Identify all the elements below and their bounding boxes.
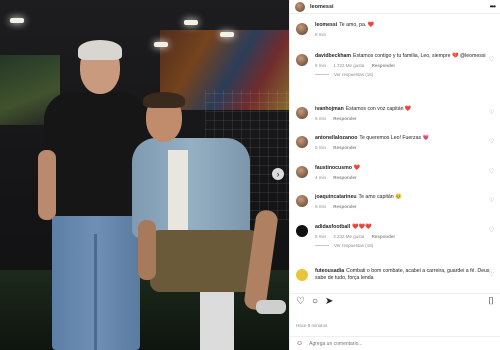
avatar[interactable] (296, 107, 308, 119)
avatar[interactable] (296, 54, 308, 66)
add-comment-bar: ☺ (290, 336, 500, 350)
emoji-icon[interactable]: ☺ (296, 340, 303, 347)
comment-text: Estamos contigo y tu familia, Leo, siemp… (353, 53, 486, 59)
caption: leomessi Te amo, pa. ❤️ 8 min (296, 22, 494, 37)
comment-like-heart-icon[interactable]: ♡ (489, 168, 494, 175)
post-photo: › (0, 0, 289, 350)
comment-time: 5 min (315, 116, 327, 121)
comment-text: ❤️ (353, 165, 361, 171)
comment-text: Estamos con voz capitán ❤️ (345, 106, 412, 112)
post-side-panel: leomessi ••• leomessi Te amo, pa. ❤️ 8 mi… (289, 0, 500, 350)
person-right-shorts (150, 230, 260, 292)
comment-like-heart-icon[interactable]: ♡ (489, 271, 494, 278)
comment-like-heart-icon[interactable]: ♡ (489, 138, 494, 145)
comment-username[interactable]: adidasfootball (315, 224, 350, 230)
comment-bubble-icon[interactable]: ○ (312, 296, 318, 307)
comment-like-heart-icon[interactable]: ♡ (489, 109, 494, 116)
list-item: adidasfootball ❤️❤️❤️ 5 min 4.232 Me gust… (296, 224, 494, 248)
share-paper-plane-icon[interactable]: ➤ (325, 296, 333, 307)
comment-likes[interactable]: 1.722 Me gusta (333, 63, 364, 68)
comment-text: Te amo capitán 🥹 (358, 194, 402, 200)
avatar[interactable] (296, 23, 308, 35)
ceiling-light (184, 20, 198, 25)
ceiling-light (154, 42, 168, 47)
person-right-shirt (168, 150, 188, 230)
ceiling-light (10, 18, 24, 23)
comment-like-heart-icon[interactable]: ♡ (489, 56, 494, 63)
comment-likes[interactable]: 4.232 Me gusta (333, 234, 364, 239)
avatar[interactable] (296, 136, 308, 148)
person-right-shoe (256, 300, 286, 314)
caption-text: Te amo, pa. ❤️ (339, 22, 375, 28)
post-author-username[interactable]: leomessi (310, 4, 334, 10)
avatar[interactable] (296, 166, 308, 178)
comment-username[interactable]: davidbeckham (315, 53, 351, 59)
avatar[interactable] (295, 1, 305, 12)
comment-text: ❤️❤️❤️ (352, 224, 372, 230)
comment-time: 5 min (315, 234, 327, 239)
avatar[interactable] (296, 225, 308, 237)
more-options-icon[interactable]: ••• (490, 2, 496, 11)
comment-like-heart-icon[interactable]: ♡ (489, 227, 494, 234)
reply-button[interactable]: Responder (333, 116, 357, 121)
comment-time: 5 min (315, 145, 327, 150)
person-left-jeans (52, 216, 140, 350)
reply-button[interactable]: Responder (333, 175, 357, 180)
comment-text: Te queremos Leo! Fuerzas 💗 (359, 135, 429, 141)
list-item: ivanhojman Estamos con voz capitán ❤️ 5 m… (296, 106, 494, 121)
reply-button[interactable]: Responder (372, 234, 396, 239)
reply-button[interactable]: Responder (372, 63, 396, 68)
reply-button[interactable]: Responder (333, 204, 357, 209)
person-right-arm (138, 220, 156, 280)
comment-username[interactable]: futeousadia (315, 268, 344, 274)
list-item: faustinocusmo ❤️ 4 min Responder ♡ (296, 165, 494, 180)
comment-time: 5 min (315, 63, 327, 68)
person-right-hair (143, 92, 185, 108)
comment-time: 5 min (315, 204, 327, 209)
post-action-bar: ♡ ○ ➤ ⌷ (290, 293, 500, 309)
view-replies-button[interactable]: Ver respuestas (16) (315, 72, 494, 77)
comment-input[interactable] (309, 340, 494, 347)
comment-time: 4 min (315, 175, 327, 180)
comment-username[interactable]: ivanhojman (315, 106, 344, 112)
reply-button[interactable]: Responder (333, 145, 357, 150)
list-item: futeousadia Combati o bom combate, acabei… (296, 268, 494, 282)
comment-username[interactable]: faustinocusmo (315, 165, 352, 171)
next-photo-chevron-icon[interactable]: › (272, 168, 284, 180)
comment-like-heart-icon[interactable]: ♡ (489, 197, 494, 204)
avatar[interactable] (296, 195, 308, 207)
list-item: antonellalozanoo Te queremos Leo! Fuerzas… (296, 135, 494, 150)
comment-username[interactable]: joaquincatarineu (315, 194, 357, 200)
post-header: leomessi ••• (290, 0, 500, 14)
list-item: davidbeckham Estamos contigo y tu familia… (296, 53, 494, 77)
person-left-arm (38, 150, 56, 220)
caption-time: 8 min (315, 32, 327, 37)
ceiling-light (220, 32, 234, 37)
avatar[interactable] (296, 269, 308, 281)
person-left-hair (78, 40, 122, 60)
like-heart-icon[interactable]: ♡ (296, 296, 305, 307)
list-item: joaquincatarineu Te amo capitán 🥹 5 min R… (296, 194, 494, 209)
stool (192, 286, 242, 350)
caption-username[interactable]: leomessi (315, 22, 337, 28)
save-bookmark-icon[interactable]: ⌷ (488, 296, 494, 307)
view-replies-button[interactable]: Ver respuestas (15) (315, 243, 494, 248)
post-timestamp: Hace 8 minutos (296, 323, 328, 328)
comment-username[interactable]: antonellalozanoo (315, 135, 357, 141)
